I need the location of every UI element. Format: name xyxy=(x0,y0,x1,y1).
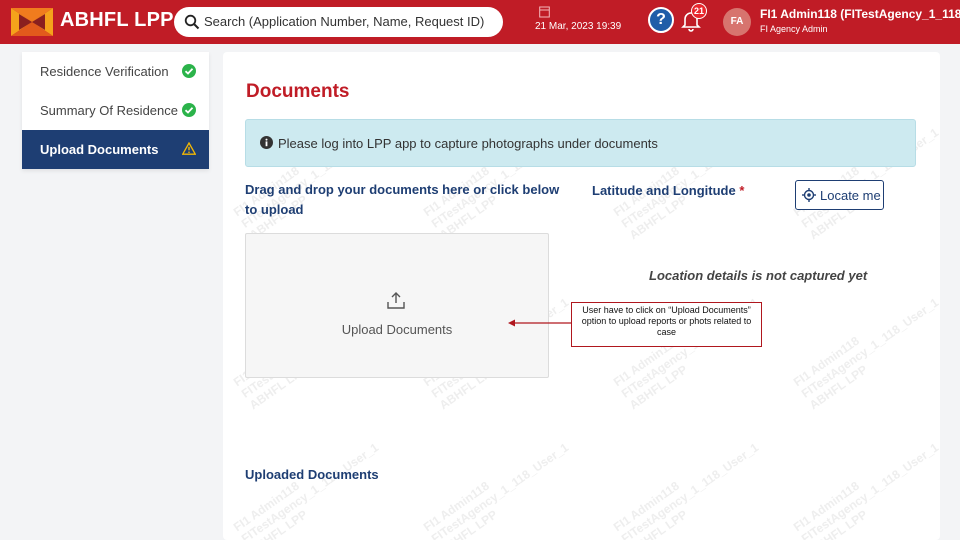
user-role: FI Agency Admin xyxy=(760,24,828,34)
warning-icon xyxy=(182,142,196,155)
callout-note: User have to click on “Upload Documents”… xyxy=(571,302,762,347)
alert-message: Please log into LPP app to capture photo… xyxy=(278,136,658,151)
check-circle-icon xyxy=(182,64,196,78)
search-input[interactable]: Search (Application Number, Name, Reques… xyxy=(204,14,484,29)
search-box[interactable]: Search (Application Number, Name, Reques… xyxy=(174,7,503,37)
location-status: Location details is not captured yet xyxy=(649,268,868,283)
app-title[interactable]: ABHFL LPP xyxy=(60,9,174,32)
drag-drop-label: Drag and drop your documents here or cli… xyxy=(245,182,560,217)
page-title: Documents xyxy=(246,81,350,102)
required-mark: * xyxy=(739,183,745,198)
locate-me-label: Locate me xyxy=(820,188,881,203)
top-bar: ABHFL LPP Search (Application Number, Na… xyxy=(0,0,960,44)
logo-icon xyxy=(11,8,53,36)
search-icon xyxy=(184,14,200,30)
info-alert: Please log into LPP app to capture photo… xyxy=(245,119,916,167)
crosshair-icon xyxy=(802,188,816,202)
notification-badge: 21 xyxy=(691,3,707,19)
sidebar-item-residence-verification[interactable]: Residence Verification xyxy=(22,52,209,91)
uploaded-documents-title: Uploaded Documents xyxy=(245,467,379,482)
current-date: 21 Mar, 2023 19:39 xyxy=(535,21,622,32)
sidebar-item-upload-documents[interactable]: Upload Documents xyxy=(22,130,209,169)
sidebar-item-label: Residence Verification xyxy=(40,64,169,79)
latlon-text: Latitude and Longitude xyxy=(592,183,736,198)
sidebar-item-label: Upload Documents xyxy=(40,142,159,157)
user-name[interactable]: FI1 Admin118 (FITestAgency_1_118_Use xyxy=(760,7,960,21)
avatar[interactable]: FA xyxy=(723,8,751,36)
upload-dropzone[interactable]: Upload Documents xyxy=(245,233,549,378)
calendar-icon xyxy=(539,6,550,18)
latlon-label: Latitude and Longitude * xyxy=(592,183,744,198)
callout-arrow-icon xyxy=(508,319,572,327)
help-icon[interactable]: ? xyxy=(648,7,674,33)
sidebar-item-label: Summary Of Residence xyxy=(40,103,178,118)
upload-documents-label[interactable]: Upload Documents xyxy=(246,322,548,337)
check-circle-icon xyxy=(182,103,196,117)
documents-card: FI1 Admin118 FITestAgency_1_118_User_1 ABH… xyxy=(223,52,941,540)
locate-me-button[interactable]: Locate me xyxy=(795,180,884,210)
sidebar: Residence Verification Summary Of Reside… xyxy=(22,52,209,169)
info-icon xyxy=(260,136,273,149)
sidebar-item-summary-of-residence[interactable]: Summary Of Residence xyxy=(22,91,209,130)
upload-icon xyxy=(387,292,405,309)
